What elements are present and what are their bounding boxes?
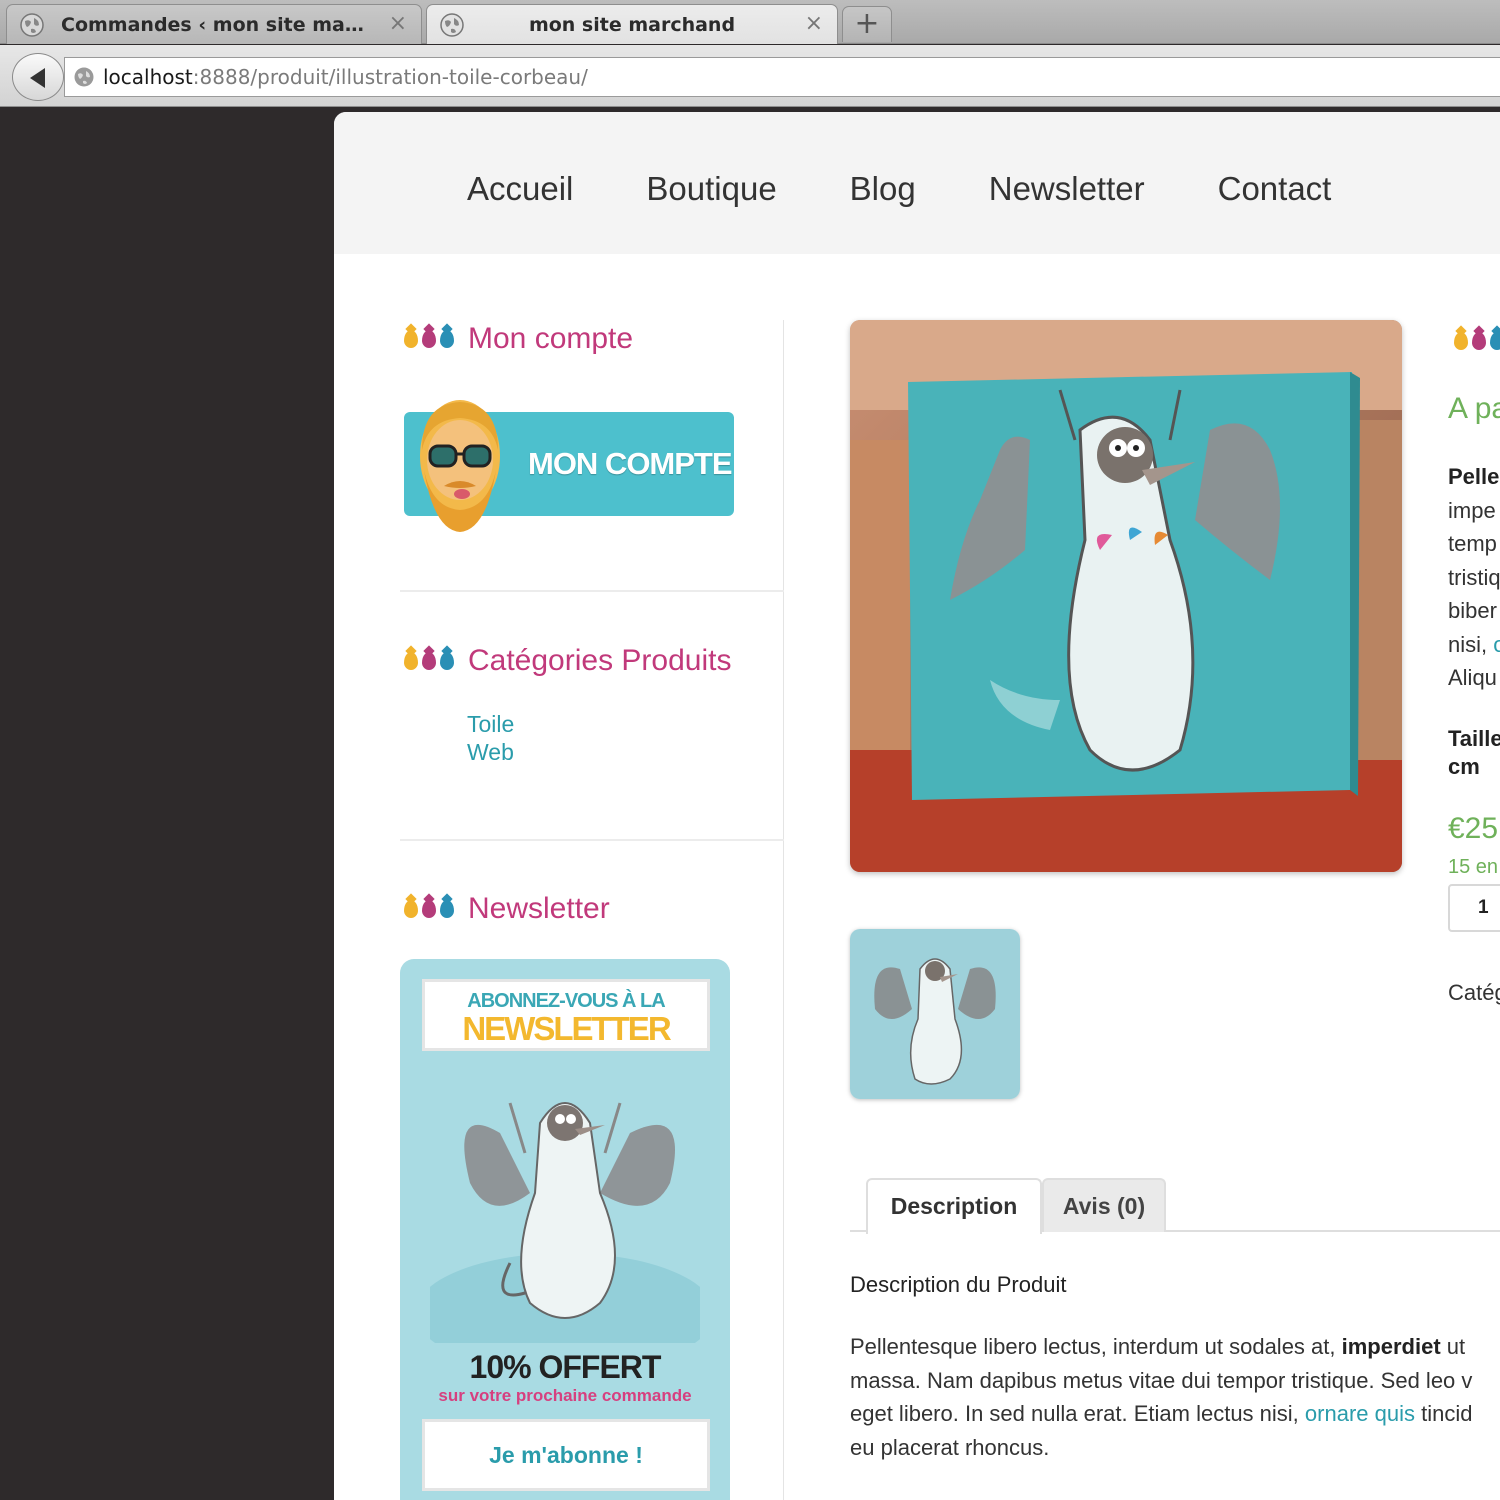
newsletter-banner[interactable]: ABONNEZ-VOUS À LA NEWSLETTER 10% OFFERT … — [400, 959, 730, 1500]
desc-link[interactable]: o — [1493, 632, 1500, 657]
globe-icon — [440, 13, 464, 37]
size-line: Taille — [1448, 726, 1500, 751]
widget-title-newsletter: Newsletter — [404, 892, 610, 926]
back-arrow-icon — [30, 68, 45, 88]
desc-text: tincid — [1414, 1401, 1473, 1426]
tab-title: Commandes ‹ mon site marcha… — [61, 14, 373, 36]
canvas-bird-illustration — [850, 320, 1402, 872]
main-nav: Accueil Boutique Blog Newsletter Contact — [467, 170, 1404, 208]
widget-heading: Mon compte — [468, 322, 634, 355]
quantity-input[interactable]: 1 — [1448, 884, 1500, 932]
ink-drops-icon — [404, 330, 458, 348]
category-link-toile[interactable]: Toile — [467, 710, 514, 738]
widget-heading: Newsletter — [468, 892, 610, 925]
category-link-web[interactable]: Web — [467, 738, 514, 766]
newsletter-offer: 10% OFFERT — [469, 1349, 662, 1385]
back-button[interactable] — [12, 53, 64, 101]
account-banner[interactable]: MON COMPTE — [402, 390, 734, 536]
web-page: Accueil Boutique Blog Newsletter Contact… — [334, 112, 1500, 1500]
stock-status: 15 en — [1448, 856, 1499, 878]
product-summary: A pa Pelle impe temp tristiq biber nisi,… — [1448, 320, 1500, 1020]
description-heading: Description du Produit — [850, 1272, 1067, 1297]
new-tab-button[interactable]: + — [842, 6, 892, 42]
desc-text: massa. Nam dapibus metus vitae dui tempo… — [850, 1367, 1473, 1393]
url-path: :8888/produit/illustration-toile-corbeau… — [192, 65, 588, 89]
browser-tab-mon-site-marchand[interactable]: mon site marchand × — [426, 4, 838, 44]
desc-line: biber — [1448, 598, 1497, 623]
widget-title-account: Mon compte — [404, 322, 633, 356]
product-category: Catég — [1448, 980, 1500, 1005]
newsletter-header-box: ABONNEZ-VOUS À LA NEWSLETTER — [422, 979, 710, 1051]
newsletter-offer-sub: sur votre prochaine commande — [438, 1386, 692, 1405]
newsletter-line2: NEWSLETTER — [462, 1010, 671, 1047]
browser-tab-commandes[interactable]: Commandes ‹ mon site marcha… × — [6, 4, 422, 44]
desc-line: Pelle — [1448, 464, 1500, 489]
globe-icon — [20, 13, 44, 37]
account-banner-label: MON COMPTE — [528, 446, 733, 481]
nav-item-newsletter[interactable]: Newsletter — [989, 170, 1145, 208]
ink-drops-icon — [1454, 332, 1500, 350]
widget-title-categories: Catégories Produits — [404, 644, 731, 678]
size-line: cm — [1448, 754, 1480, 779]
browser-tab-bar: Commandes ‹ mon site marcha… × mon site … — [0, 0, 1500, 44]
desc-line: temp — [1448, 531, 1497, 556]
nav-item-blog[interactable]: Blog — [850, 170, 916, 208]
tab-title: mon site marchand — [528, 14, 736, 36]
nav-item-accueil[interactable]: Accueil — [467, 170, 573, 208]
url-text[interactable]: localhost:8888/produit/illustration-toil… — [103, 65, 588, 89]
ink-drops-icon — [404, 652, 458, 670]
address-bar[interactable]: localhost:8888/produit/illustration-toil… — [64, 57, 1500, 97]
sidebar-separator — [400, 590, 784, 592]
tab-reviews[interactable]: Avis (0) — [1042, 1178, 1166, 1232]
desc-line: impe — [1448, 497, 1496, 523]
nav-item-contact[interactable]: Contact — [1218, 170, 1332, 208]
desc-bold: imperdiet — [1341, 1334, 1441, 1359]
close-tab-icon[interactable]: × — [389, 11, 407, 36]
product-main-image[interactable] — [850, 320, 1402, 872]
globe-icon — [74, 67, 94, 87]
product-thumbnail[interactable] — [850, 929, 1020, 1099]
desc-line: tristiq — [1448, 564, 1500, 590]
desc-text: eu placerat rhoncus. — [850, 1434, 1050, 1460]
product-price: €25 — [1448, 812, 1499, 845]
bird-illustration — [430, 1102, 700, 1343]
ink-drops-icon — [404, 900, 458, 918]
description-body: Pellentesque libero lectus, interdum ut … — [850, 1330, 1500, 1464]
desc-text: eget libero. In sed nulla erat. Etiam le… — [850, 1401, 1305, 1426]
category-list: Toile Web — [467, 710, 514, 766]
widget-heading: Catégories Produits — [468, 644, 732, 677]
desc-line: nisi, — [1448, 631, 1488, 657]
product-size: Taille cm — [1448, 725, 1500, 781]
subscribe-button[interactable]: Je m'abonne ! — [422, 1419, 710, 1491]
desc-text: Pellentesque libero lectus, interdum ut … — [850, 1334, 1342, 1359]
nav-item-boutique[interactable]: Boutique — [646, 170, 776, 208]
product-title: A pa — [1448, 392, 1500, 425]
product-short-description: Pelle impe temp tristiq biber nisi, o Al… — [1448, 460, 1500, 695]
bearded-avatar-icon — [420, 400, 500, 532]
desc-line: Aliqu — [1448, 665, 1497, 690]
site-header: Accueil Boutique Blog Newsletter Contact — [334, 112, 1500, 254]
desc-text: ut — [1440, 1334, 1466, 1359]
close-tab-icon[interactable]: × — [805, 11, 823, 36]
sidebar-separator — [400, 839, 784, 841]
thumbnail-bird-illustration — [850, 929, 1020, 1099]
url-host: localhost — [103, 65, 193, 89]
desc-link[interactable]: ornare quis — [1305, 1401, 1415, 1426]
tab-description[interactable]: Description — [866, 1178, 1042, 1234]
browser-toolbar: localhost:8888/produit/illustration-toil… — [0, 45, 1500, 107]
sidebar-divider — [783, 320, 784, 1500]
